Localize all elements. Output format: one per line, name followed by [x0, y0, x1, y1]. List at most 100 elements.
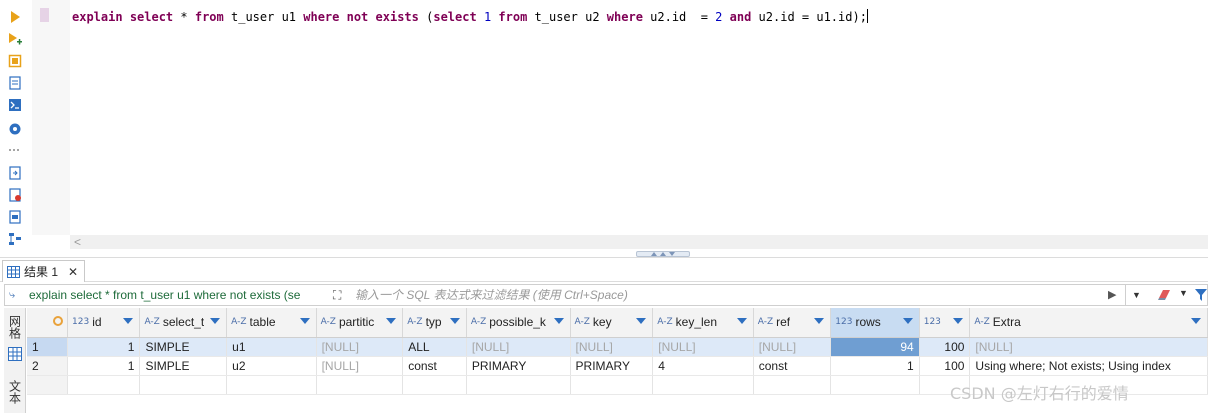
table-cell[interactable]: SIMPLE — [139, 337, 228, 357]
sql-code-line[interactable]: explain select * from t_user u1 where no… — [72, 9, 868, 24]
column-header-unnamed[interactable]: 123 — [919, 308, 971, 338]
eraser-icon[interactable] — [1157, 288, 1173, 302]
more-icon[interactable] — [6, 141, 24, 159]
table-cell[interactable]: ALL — [402, 337, 467, 357]
table-cell[interactable]: PRIMARY — [570, 356, 654, 376]
close-tab-icon[interactable]: ✕ — [68, 265, 78, 279]
table-cell[interactable]: 1 — [830, 356, 920, 376]
column-type-icon: A-Z — [470, 317, 487, 328]
settings-icon[interactable] — [6, 120, 24, 138]
table-cell[interactable]: 1 — [67, 337, 141, 357]
format-icon[interactable] — [6, 208, 24, 226]
table-cell[interactable]: Using where; Not exists; Using index — [969, 356, 1208, 376]
sql-text: t_user u1 — [223, 10, 304, 24]
filter-funnel-icon[interactable] — [1195, 288, 1207, 302]
table-cell[interactable]: 4 — [652, 356, 754, 376]
table-cell[interactable]: 94 — [830, 337, 920, 357]
export-icon[interactable] — [6, 164, 24, 182]
column-header-id[interactable]: 123 id — [67, 308, 141, 338]
column-menu-arrow-icon[interactable] — [386, 318, 397, 324]
table-cell[interactable]: 100 — [919, 356, 971, 376]
table-row[interactable]: 2 1 SIMPLE u2 [NULL] const PRIMARY PRIMARY 4 cons… — [27, 356, 1208, 376]
sql-keyword: where — [303, 10, 340, 24]
table-cell[interactable]: const — [402, 356, 467, 376]
column-header-possible-k[interactable]: A-Z possible_k — [466, 308, 571, 338]
outline-icon[interactable] — [6, 230, 24, 248]
clear-menu-dropdown[interactable]: ▼ — [1179, 288, 1188, 298]
table-cell[interactable]: [NULL] — [969, 337, 1208, 357]
column-menu-arrow-icon[interactable] — [814, 318, 825, 324]
grid-table-icon — [7, 265, 20, 278]
column-menu-arrow-icon[interactable] — [953, 318, 964, 324]
column-menu-arrow-icon[interactable] — [123, 318, 134, 324]
table-cell[interactable]: [NULL] — [570, 337, 654, 357]
column-menu-arrow-icon[interactable] — [449, 318, 460, 324]
column-name: possible_k — [489, 315, 546, 330]
filter-input[interactable] — [355, 286, 1095, 304]
filter-history-dropdown[interactable]: ▼ — [1125, 285, 1147, 305]
column-menu-arrow-icon[interactable] — [299, 318, 310, 324]
table-cell[interactable]: u2 — [226, 356, 317, 376]
column-header-table[interactable]: A-Z table — [226, 308, 317, 338]
side-tab-grid[interactable]: 网格 — [6, 312, 24, 342]
collapse-down-icon[interactable] — [669, 252, 675, 256]
empty-cell — [226, 375, 317, 395]
column-menu-arrow-icon[interactable] — [1191, 318, 1201, 324]
column-header-extra[interactable]: A-Z Extra — [969, 308, 1208, 338]
new-script-icon[interactable] — [6, 186, 24, 204]
column-menu-arrow-icon[interactable] — [902, 318, 913, 324]
execute-statement-icon[interactable] — [6, 8, 24, 26]
table-cell[interactable]: SIMPLE — [139, 356, 228, 376]
explain-plan-icon[interactable] — [6, 52, 24, 70]
query-link-icon: ⤷ — [9, 289, 16, 301]
load-execution-plan-icon[interactable] — [6, 74, 24, 92]
side-tab-text[interactable]: 文本 — [6, 374, 24, 410]
expand-filter-icon[interactable]: ⛶ — [333, 288, 341, 303]
row-number[interactable]: 1 — [27, 337, 68, 357]
row-corner-header[interactable] — [27, 308, 68, 338]
restore-icon[interactable] — [660, 252, 666, 256]
column-menu-arrow-icon[interactable] — [736, 318, 747, 324]
column-header-typ[interactable]: A-Z typ — [402, 308, 467, 338]
table-cell[interactable]: 1 — [67, 356, 141, 376]
column-header-select-t[interactable]: A-Z select_t — [139, 308, 228, 338]
column-header-rows[interactable]: 123 rows — [830, 308, 920, 338]
collapse-up-icon[interactable] — [651, 252, 657, 256]
column-type-icon: A-Z — [574, 317, 590, 328]
table-cell[interactable]: [NULL] — [316, 356, 404, 376]
table-cell[interactable]: [NULL] — [466, 337, 571, 357]
table-cell[interactable]: [NULL] — [652, 337, 754, 357]
splitter-grip[interactable] — [636, 251, 690, 257]
table-cell[interactable]: [NULL] — [753, 337, 832, 357]
grid-view-icon[interactable] — [6, 346, 24, 362]
filter-query-text[interactable]: explain select * from t_user u1 where no… — [29, 288, 327, 302]
column-header-partitic[interactable]: A-Z partitic — [316, 308, 404, 338]
sql-editor[interactable]: explain select * from t_user u1 where no… — [0, 0, 1208, 255]
column-menu-arrow-icon[interactable] — [553, 318, 564, 324]
apply-filter-icon[interactable]: ▶ — [1108, 288, 1120, 302]
scroll-left-icon[interactable]: < — [74, 235, 81, 249]
console-icon[interactable] — [6, 96, 24, 114]
panel-splitter[interactable] — [0, 250, 1208, 258]
table-cell[interactable]: [NULL] — [316, 337, 404, 357]
table-cell[interactable]: const — [753, 356, 832, 376]
column-menu-arrow-icon[interactable] — [636, 318, 647, 324]
table-cell[interactable]: 100 — [919, 337, 971, 357]
column-header-key[interactable]: A-Z key — [570, 308, 654, 338]
tab-result-1[interactable]: 结果 1 ✕ — [2, 260, 86, 282]
table-row[interactable]: 1 1 SIMPLE u1 [NULL] ALL [NULL] [NULL] [NULL] [NU… — [27, 337, 1208, 357]
sql-keyword: not — [346, 10, 369, 24]
execute-script-icon[interactable] — [6, 30, 24, 48]
column-header-key-len[interactable]: A-Z key_len — [652, 308, 754, 338]
horizontal-scrollbar[interactable]: < — [70, 235, 1208, 249]
column-header-ref[interactable]: A-Z ref — [753, 308, 832, 338]
column-menu-arrow-icon[interactable] — [210, 318, 221, 324]
table-cell[interactable]: PRIMARY — [466, 356, 571, 376]
side-tab-text-label: 文本 — [7, 380, 22, 404]
row-number[interactable]: 2 — [27, 356, 68, 376]
table-cell[interactable]: u1 — [226, 337, 317, 357]
